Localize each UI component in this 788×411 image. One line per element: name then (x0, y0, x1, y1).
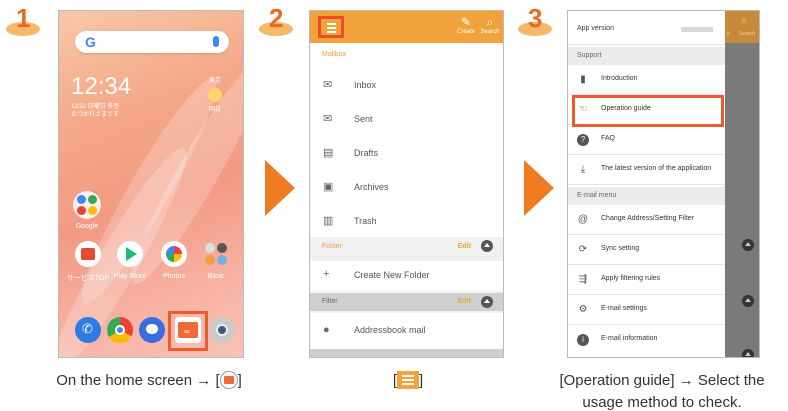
clock: 12:34 (71, 73, 132, 100)
folder-edit-button[interactable]: Edit (458, 243, 471, 250)
mailbox-item-archives[interactable]: ▣ Archives (310, 175, 503, 201)
operation-guide-highlight (572, 95, 724, 127)
step-badge-2: 2 (259, 3, 297, 36)
messages-app-icon[interactable] (139, 317, 165, 343)
menu-item-sync-setting[interactable]: ⟳ Sync setting (568, 235, 725, 265)
collapse-icon (742, 349, 754, 357)
app-version-row: App version (568, 15, 725, 45)
phone-app-icon[interactable]: ✆ (75, 317, 101, 343)
sun-icon (208, 88, 222, 102)
sent-icon: ✉ (323, 113, 333, 125)
step-3-caption: [Operation guide] → Select the usage met… (559, 372, 765, 411)
inbox-icon: ✉ (323, 79, 333, 91)
clock-date: 12/22 日曜日 冬至 おつかれさまです (71, 104, 120, 118)
settings-menu: App version Support ▮ Introduction ☜ Ope… (568, 11, 725, 357)
app-label: Google (75, 223, 99, 230)
plus-icon: + (323, 268, 330, 280)
step-2-caption: [] (392, 371, 424, 389)
mail-app-inline-icon (219, 371, 238, 389)
camera-icon[interactable] (209, 317, 235, 343)
hamburger-inline-icon (397, 371, 419, 389)
settings-drawer-screen: e Search ⌕ App version Support ▮ Introdu… (567, 10, 760, 358)
basic-folder-icon[interactable] (203, 241, 229, 267)
create-new-folder-button[interactable]: + Create New Folder (310, 261, 503, 291)
google-folder[interactable] (73, 191, 101, 219)
mailbox-section-title: Mailbox (322, 51, 347, 58)
menu-item-apply-filtering-rules[interactable]: ⇶ Apply filtering rules (568, 265, 725, 295)
step-badge-3: 3 (518, 3, 556, 36)
mailbox-item-drafts[interactable]: ▤ Drafts (310, 141, 503, 167)
search-icon: ⌕ (741, 15, 748, 27)
menu-item-latest-version[interactable]: ⤓ The latest version of the application (568, 155, 725, 185)
hamburger-menu-button[interactable] (318, 16, 344, 38)
mailbox-item-inbox[interactable]: ✉ Inbox (310, 73, 503, 99)
create-button[interactable]: ✎ Create (454, 15, 478, 35)
service-top-app-icon[interactable] (75, 241, 101, 267)
menu-item-introduction[interactable]: ▮ Introduction (568, 65, 725, 95)
dimmed-toolbar: e Search ⌕ (725, 11, 759, 43)
support-section-header: Support (568, 47, 725, 65)
home-screen: G 12:34 12/22 日曜日 冬至 おつかれさまです 東京 明日 Goog… (58, 10, 244, 358)
collapse-icon[interactable] (481, 240, 493, 252)
archive-icon: ▣ (323, 181, 334, 193)
pencil-icon: ✎ (460, 15, 472, 29)
mail-drawer-screen: ✎ Create ⌕ Search Mailbox ✉ Inbox ✉ Sent… (309, 10, 504, 358)
photos-icon[interactable] (161, 241, 187, 267)
app-label: Play Store (113, 273, 147, 280)
mailbox-item-trash[interactable]: ▥ Trash (310, 209, 503, 235)
menu-item-email-information[interactable]: i E-mail information (568, 325, 725, 355)
trash-icon: ▥ (323, 215, 334, 227)
play-store-icon[interactable] (117, 241, 143, 267)
filter-item-addressbook-mail[interactable]: ● Addressbook mail (310, 313, 503, 349)
version-value (681, 27, 713, 32)
gear-icon: ⚙ (578, 304, 588, 315)
info-icon: i (577, 334, 589, 346)
drafts-icon: ▤ (323, 147, 334, 159)
download-icon: ⤓ (580, 164, 586, 175)
step-1-caption: On the home screen → [] (56, 371, 242, 389)
mail-app-highlight (168, 311, 208, 351)
collapse-icon (742, 239, 754, 251)
search-button[interactable]: ⌕ Search (478, 15, 502, 35)
at-sign-icon: @ (577, 214, 589, 225)
collapse-icon[interactable] (481, 296, 493, 308)
google-search-bar[interactable]: G (75, 31, 229, 53)
menu-item-email-settings[interactable]: ⚙ E-mail settings (568, 295, 725, 325)
top-bar: ✎ Create ⌕ Search (310, 11, 503, 43)
help-icon: ? (577, 134, 589, 146)
sync-icon: ⟳ (578, 244, 588, 255)
mailbox-item-sent[interactable]: ✉ Sent (310, 107, 503, 133)
collapse-icon (742, 295, 754, 307)
filter-icon: ⇶ (578, 274, 588, 285)
book-icon: ▮ (580, 74, 586, 85)
next-step-arrow (265, 160, 295, 216)
email-menu-section-header: E-mail menu (568, 187, 725, 205)
menu-item-faq[interactable]: ? FAQ (568, 125, 725, 155)
search-icon: ⌕ (486, 15, 494, 29)
filter-section-header: Filter (310, 293, 503, 311)
folder-section-title: Folder (322, 243, 342, 250)
chrome-icon[interactable] (107, 317, 133, 343)
filter-edit-button[interactable]: Edit (458, 298, 471, 305)
weather-widget[interactable]: 東京 明日 (203, 75, 227, 113)
google-logo: G (85, 34, 96, 50)
menu-item-change-address[interactable]: @ Change Address/Setting Filter (568, 205, 725, 235)
step-badge-1: 1 (6, 3, 44, 36)
next-step-arrow (524, 160, 554, 216)
filter-icon: ● (323, 324, 330, 336)
mic-icon[interactable] (213, 36, 219, 47)
app-label: Basic (207, 273, 225, 280)
